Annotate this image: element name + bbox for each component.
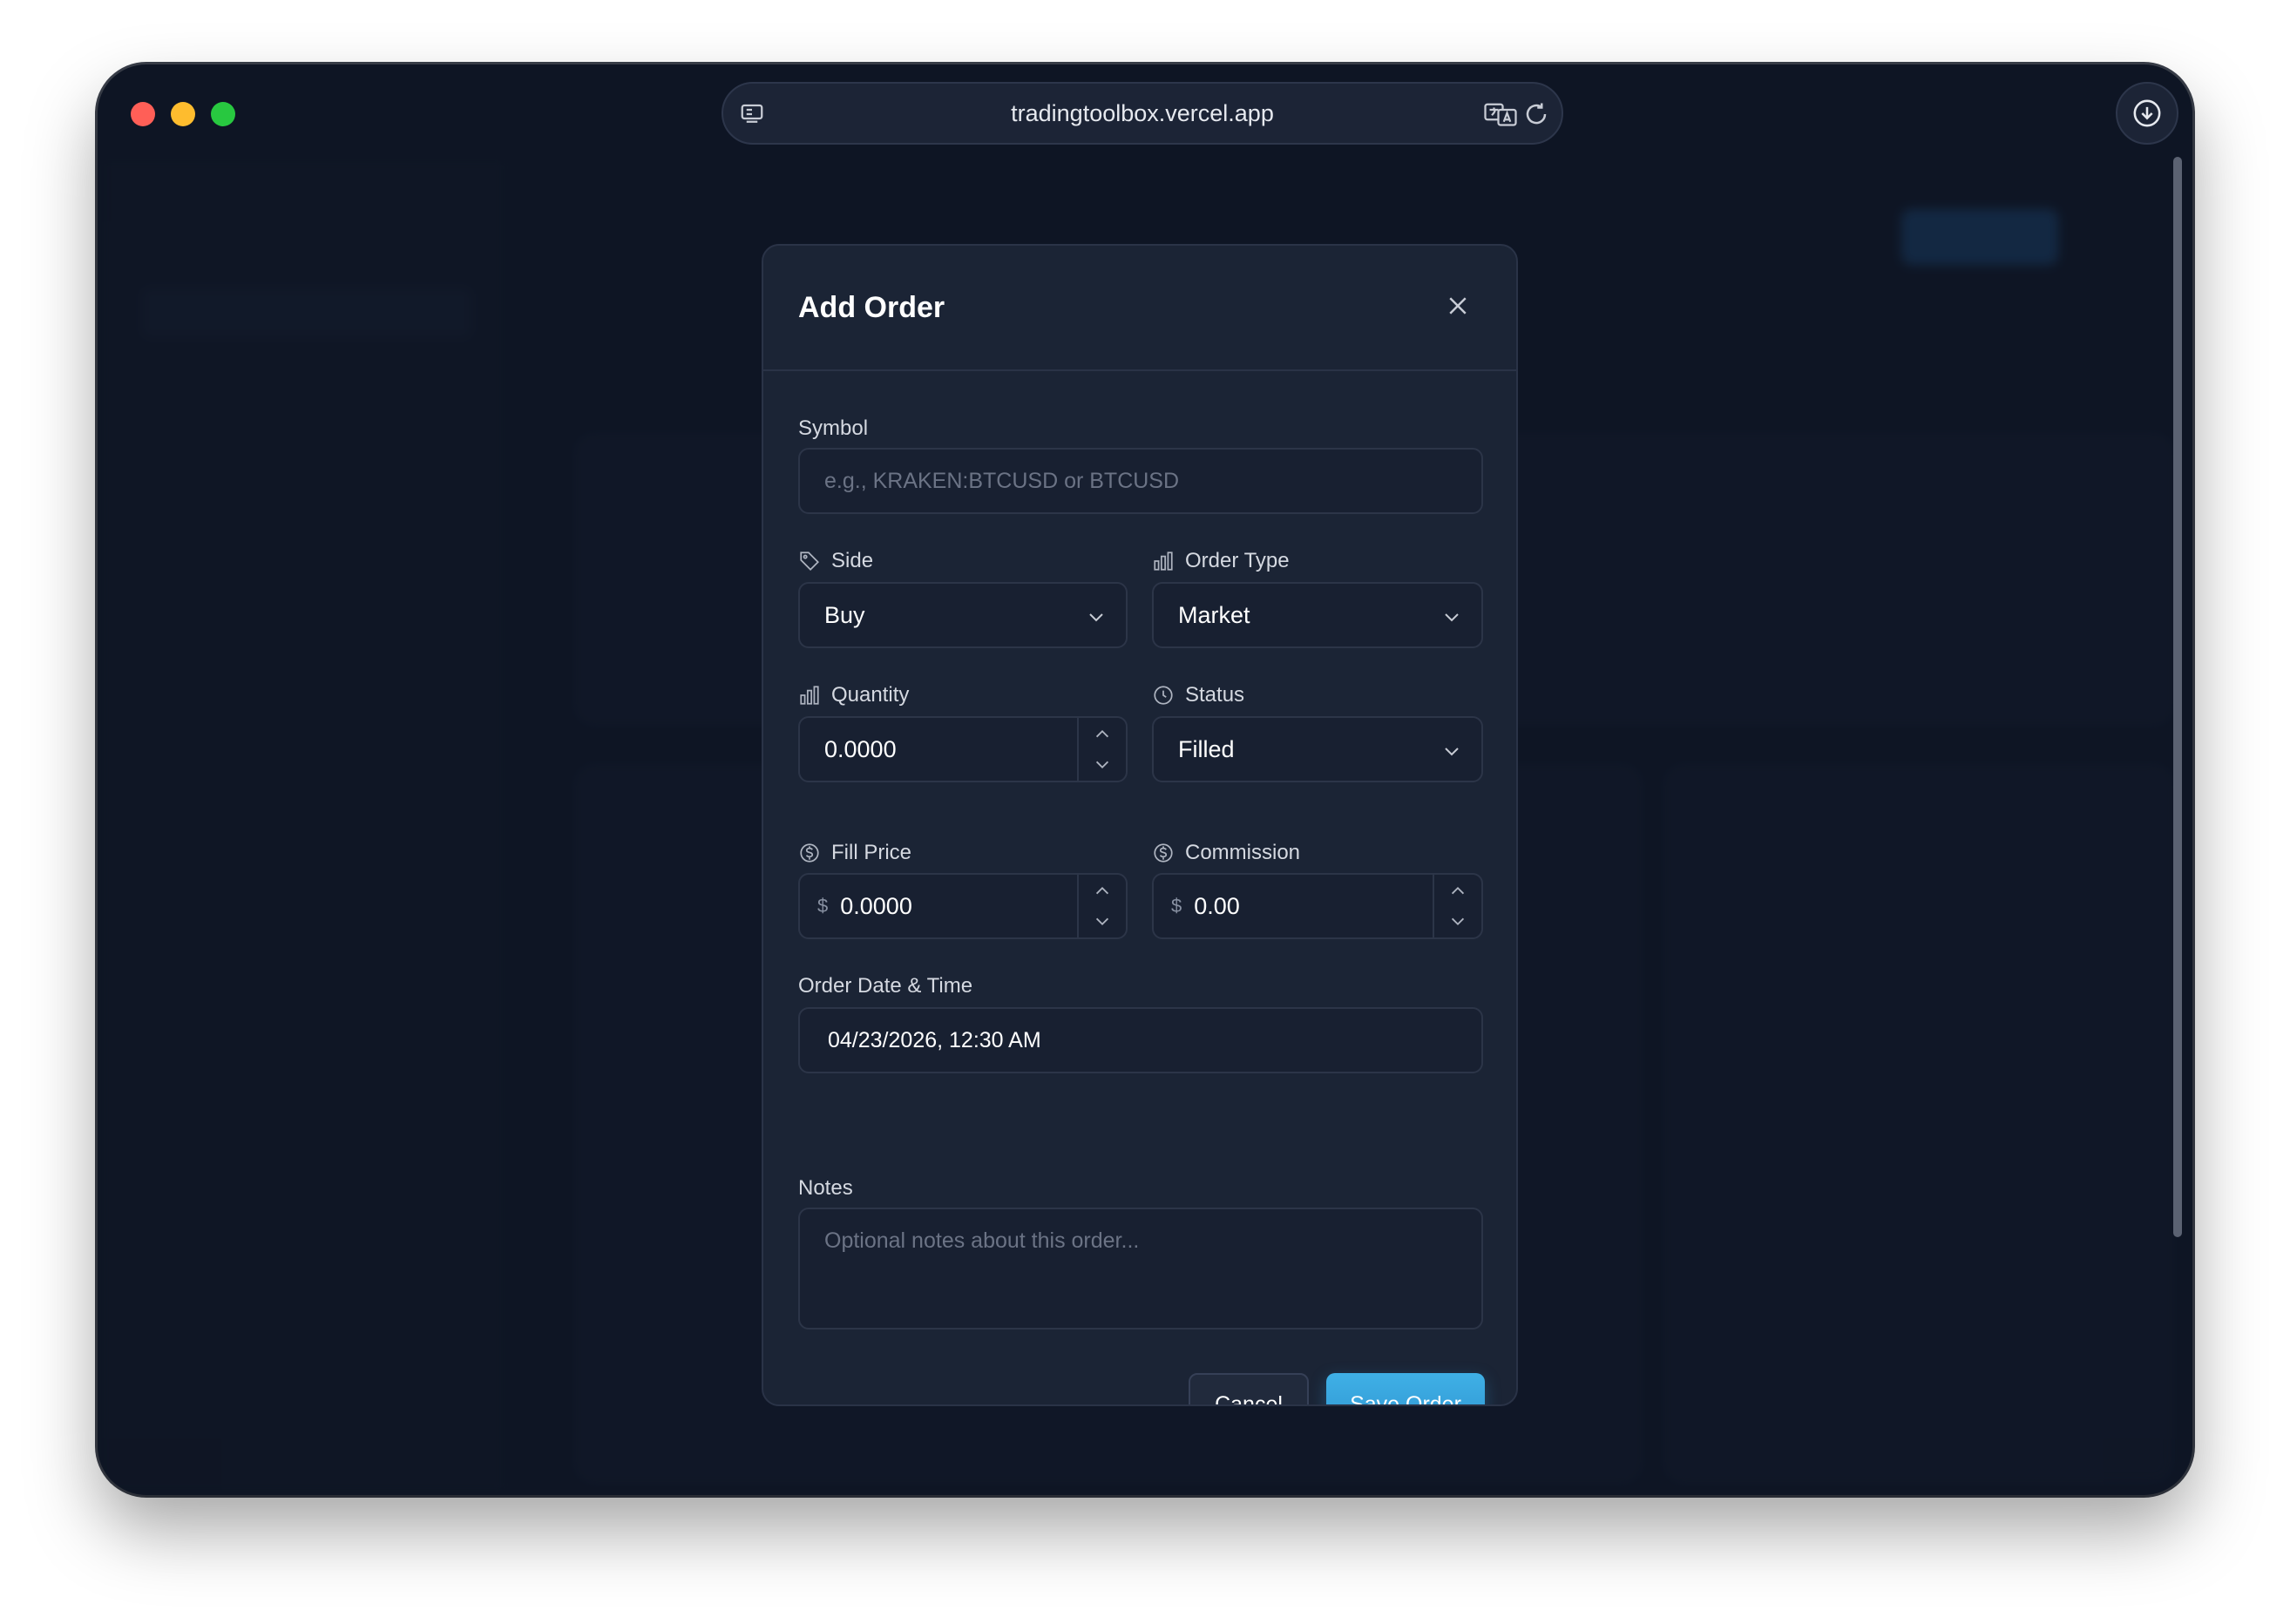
chevron-up-icon[interactable] (1093, 727, 1112, 741)
chevron-down-icon[interactable] (1093, 758, 1112, 772)
translate-icon[interactable] (1483, 101, 1518, 127)
side-label-text: Side (831, 549, 874, 572)
quantity-stepper-buttons (1077, 718, 1126, 781)
bar-chart-icon (800, 686, 819, 705)
close-window-button[interactable] (131, 102, 155, 126)
side-select[interactable]: Buy (798, 582, 1128, 648)
commission-label: Commission (1152, 841, 1300, 865)
notes-label-text: Notes (798, 1176, 853, 1200)
notes-textarea[interactable]: Optional notes about this order... (798, 1208, 1483, 1330)
maximize-window-button[interactable] (211, 102, 235, 126)
symbol-placeholder: e.g., KRAKEN:BTCUSD or BTCUSD (824, 468, 1180, 493)
status-select[interactable]: Filled (1152, 716, 1483, 782)
minimize-window-button[interactable] (171, 102, 195, 126)
quantity-stepper[interactable]: 0.0000 (798, 716, 1128, 782)
download-button[interactable] (2116, 82, 2178, 145)
chevron-down-icon[interactable] (1093, 915, 1112, 929)
commission-stepper-buttons (1433, 875, 1481, 937)
status-value: Filled (1178, 735, 1235, 762)
side-label: Side (798, 549, 873, 573)
browser-window: tradingtoolbox.vercel.app Add Order Symb… (98, 64, 2192, 1495)
order-datetime-input[interactable]: 04/23/2026, 12:30 AM (798, 1007, 1483, 1073)
status-label: Status (1152, 683, 1244, 707)
order-datetime-label: Order Date & Time (798, 974, 972, 998)
chevron-down-icon[interactable] (1448, 915, 1467, 929)
fill-price-label-text: Fill Price (831, 841, 912, 864)
notes-placeholder: Optional notes about this order... (824, 1228, 1140, 1253)
tag-icon (800, 551, 819, 571)
chevron-up-icon[interactable] (1093, 883, 1112, 897)
address-bar[interactable]: tradingtoolbox.vercel.app (722, 82, 1563, 145)
commission-value: 0.00 (1194, 892, 1240, 919)
quantity-label: Quantity (798, 683, 909, 707)
fill-price-stepper-buttons (1077, 875, 1126, 937)
page-scrollbar[interactable] (2173, 157, 2182, 1237)
dollar-circle-icon (1154, 843, 1173, 863)
modal-title: Add Order (798, 291, 945, 324)
order-type-label: Order Type (1152, 549, 1290, 573)
symbol-input[interactable]: e.g., KRAKEN:BTCUSD or BTCUSD (798, 448, 1483, 514)
chevron-down-icon (1445, 613, 1459, 622)
dollar-circle-icon (800, 843, 819, 863)
fill-price-value: 0.0000 (840, 892, 912, 919)
commission-label-text: Commission (1185, 841, 1301, 864)
order-datetime-value: 04/23/2026, 12:30 AM (828, 1027, 1041, 1052)
order-datetime-label-text: Order Date & Time (798, 974, 973, 998)
commission-currency: $ (1171, 895, 1182, 917)
fill-price-stepper[interactable]: $ 0.0000 (798, 873, 1128, 939)
commission-stepper[interactable]: $ 0.00 (1152, 873, 1483, 939)
chevron-up-icon[interactable] (1448, 883, 1467, 897)
fill-price-label: Fill Price (798, 841, 911, 865)
modal-header: Add Order (763, 246, 1516, 371)
symbol-label-text: Symbol (798, 416, 869, 440)
bar-chart-icon (1154, 551, 1173, 571)
status-label-text: Status (1185, 683, 1245, 707)
close-icon[interactable] (1445, 293, 1471, 319)
add-order-modal: Add Order Symbol e.g., KRAKEN:BTCUSD or … (762, 244, 1518, 1406)
title-bar: tradingtoolbox.vercel.app (98, 64, 2192, 157)
sidebar-icon[interactable] (739, 101, 765, 127)
order-type-label-text: Order Type (1185, 549, 1290, 572)
quantity-value: 0.0000 (824, 735, 897, 762)
order-type-value: Market (1178, 601, 1250, 628)
chevron-down-icon (1089, 613, 1103, 622)
symbol-label: Symbol (798, 416, 868, 441)
chevron-down-icon (1445, 748, 1459, 756)
url-text: tradingtoolbox.vercel.app (1011, 99, 1274, 126)
quantity-label-text: Quantity (831, 683, 910, 707)
notes-label: Notes (798, 1176, 853, 1201)
download-icon (2133, 99, 2161, 127)
save-order-button[interactable]: Save Order (1326, 1373, 1485, 1404)
fill-price-currency: $ (817, 895, 829, 917)
reload-icon[interactable] (1523, 101, 1549, 127)
clock-icon (1154, 686, 1173, 705)
side-value: Buy (824, 601, 865, 628)
order-type-select[interactable]: Market (1152, 582, 1483, 648)
cancel-button[interactable]: Cancel (1189, 1373, 1309, 1404)
